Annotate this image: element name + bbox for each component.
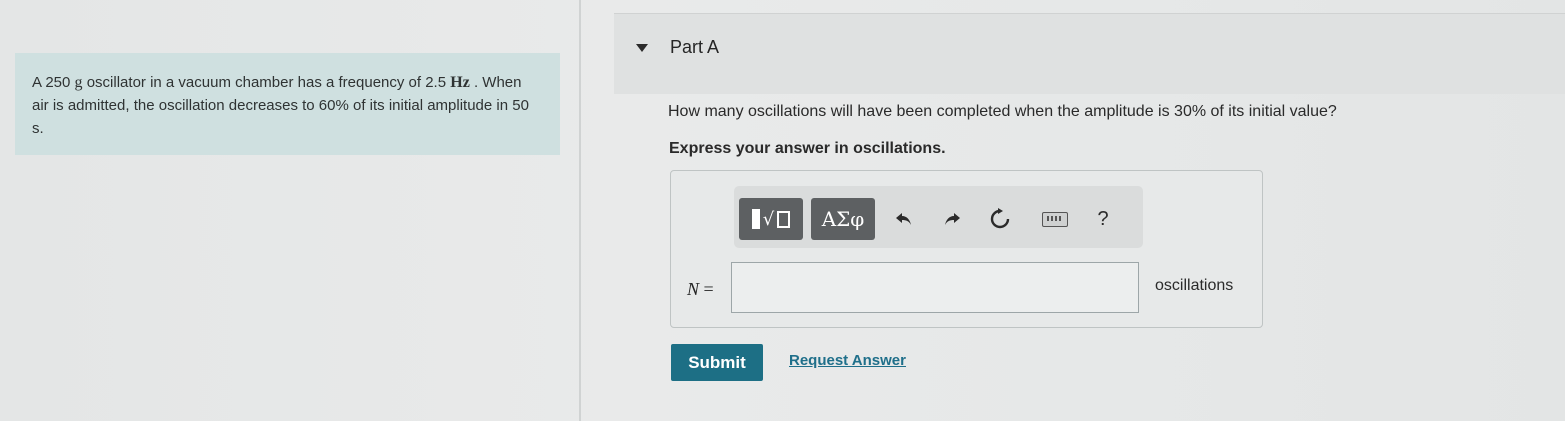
answer-box: √ ΑΣφ ? N = oscillations — [670, 170, 1263, 328]
collapse-caret-icon[interactable] — [636, 44, 648, 52]
answer-instruction: Express your answer in oscillations. — [669, 140, 946, 157]
equals-sign: = — [699, 279, 714, 299]
redo-icon[interactable] — [937, 204, 967, 234]
keyboard-icon[interactable] — [1038, 204, 1072, 234]
variable-label: N = — [687, 279, 714, 300]
submit-button[interactable]: Submit — [671, 344, 763, 381]
reset-icon[interactable] — [985, 204, 1015, 234]
problem-unit-mass: g — [74, 74, 83, 91]
undo-icon[interactable] — [889, 204, 919, 234]
part-title: Part A — [670, 37, 720, 57]
greek-symbols-button[interactable]: ΑΣφ — [811, 198, 875, 240]
part-header[interactable]: Part A — [614, 13, 1565, 94]
templates-button[interactable]: √ — [739, 198, 803, 240]
problem-text-1: A 250 — [32, 74, 75, 91]
unit-label: oscillations — [1155, 277, 1234, 294]
problem-unit-frequency: Hz — [450, 74, 470, 91]
answer-input[interactable] — [731, 262, 1139, 313]
column-divider — [579, 0, 581, 421]
help-button[interactable]: ? — [1088, 204, 1118, 234]
problem-text-2: oscillator in a vacuum chamber has a fre… — [82, 74, 447, 91]
page: A 250 g oscillator in a vacuum chamber h… — [0, 0, 1565, 421]
math-toolbar: √ ΑΣφ ? — [734, 186, 1143, 248]
request-answer-link[interactable]: Request Answer — [789, 352, 906, 369]
templates-icon: √ — [751, 209, 791, 230]
problem-statement: A 250 g oscillator in a vacuum chamber h… — [15, 53, 560, 155]
question-text: How many oscillations will have been com… — [668, 103, 1337, 120]
variable-name: N — [687, 279, 700, 299]
